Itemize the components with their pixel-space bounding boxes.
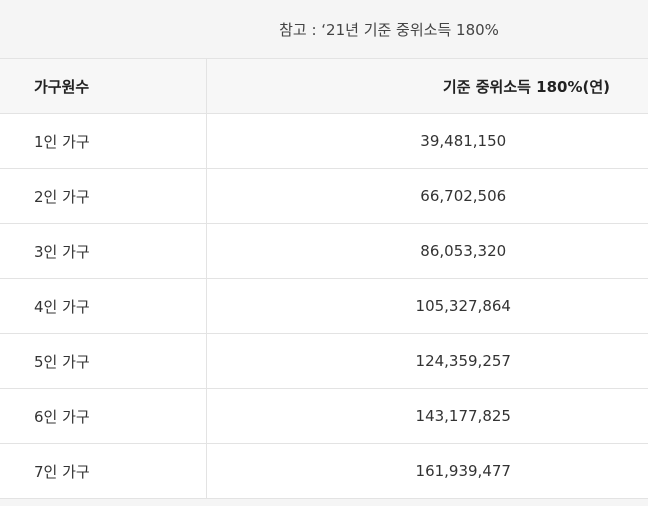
income-cell: 105,327,864 bbox=[206, 278, 648, 334]
household-size-cell: 6인 가구 bbox=[0, 388, 207, 444]
income-cell: 143,177,825 bbox=[206, 388, 648, 444]
income-cell: 66,702,506 bbox=[206, 168, 648, 224]
table-row: 3인 가구 86,053,320 bbox=[0, 223, 648, 279]
household-size-cell: 4인 가구 bbox=[0, 278, 207, 334]
household-size-header: 가구원수 bbox=[0, 58, 207, 114]
income-cell: 161,939,477 bbox=[206, 443, 648, 499]
table-row: 4인 가구 105,327,864 bbox=[0, 278, 648, 334]
income-header: 기준 중위소득 180%(연) bbox=[206, 58, 648, 114]
income-cell: 124,359,257 bbox=[206, 333, 648, 389]
household-size-cell: 2인 가구 bbox=[0, 168, 207, 224]
income-cell: 39,481,150 bbox=[206, 113, 648, 169]
median-income-table: 가구원수 기준 중위소득 180%(연) 1인 가구 39,481,150 2인… bbox=[0, 58, 648, 499]
household-size-cell: 7인 가구 bbox=[0, 443, 207, 499]
table-row: 5인 가구 124,359,257 bbox=[0, 333, 648, 389]
income-cell: 86,053,320 bbox=[206, 223, 648, 279]
table-row: 1인 가구 39,481,150 bbox=[0, 113, 648, 169]
household-size-cell: 1인 가구 bbox=[0, 113, 207, 169]
table-header-row: 가구원수 기준 중위소득 180%(연) bbox=[0, 58, 648, 114]
table-row: 7인 가구 161,939,477 bbox=[0, 443, 648, 499]
table-row: 6인 가구 143,177,825 bbox=[0, 388, 648, 444]
household-size-cell: 5인 가구 bbox=[0, 333, 207, 389]
reference-note: 참고 : ‘21년 기준 중위소득 180% bbox=[279, 20, 499, 39]
table-row: 2인 가구 66,702,506 bbox=[0, 168, 648, 224]
household-size-cell: 3인 가구 bbox=[0, 223, 207, 279]
